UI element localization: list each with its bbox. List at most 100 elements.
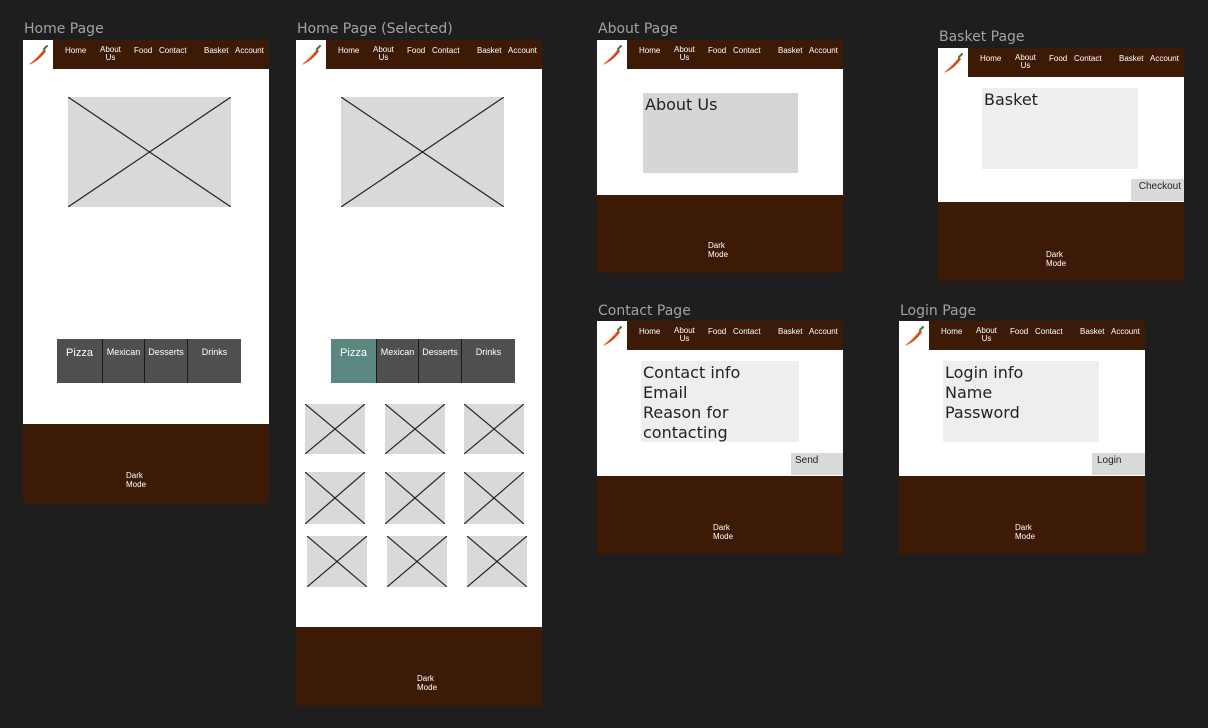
dark-mode-line2: Mode bbox=[708, 250, 729, 259]
contact-page-frame: Home About Us Food Contact Basket Account Cont… bbox=[597, 321, 843, 554]
dark-mode-toggle[interactable]: Dark Mode bbox=[713, 523, 753, 541]
nav-basket[interactable]: Basket bbox=[1080, 328, 1104, 336]
image-placeholder-icon bbox=[305, 472, 365, 524]
dark-mode-line1: Dark bbox=[1015, 523, 1032, 532]
nav-food[interactable]: Food bbox=[708, 328, 726, 336]
reason-field-label[interactable]: Reason for bbox=[643, 403, 799, 423]
basket-page-frame: Home About Us Food Contact Basket Account Bask… bbox=[938, 48, 1184, 281]
chili-pepper-icon bbox=[905, 326, 924, 346]
dark-mode-toggle[interactable]: Dark Mode bbox=[708, 241, 748, 259]
nav-contact[interactable]: Contact bbox=[1074, 55, 1102, 63]
category-pizza-button[interactable]: Pizza bbox=[331, 339, 377, 383]
nav-contact[interactable]: Contact bbox=[432, 47, 460, 55]
category-desserts-button[interactable]: Desserts bbox=[419, 339, 462, 383]
nav-account[interactable]: Account bbox=[1150, 55, 1179, 63]
chili-pepper-icon bbox=[944, 53, 963, 73]
footer: Dark Mode bbox=[899, 476, 1145, 554]
nav-about-line2: Us bbox=[378, 53, 389, 62]
reason-field-label-cont[interactable]: contacting bbox=[643, 423, 799, 443]
hero-image bbox=[341, 97, 504, 207]
nav-about-us[interactable]: About Us bbox=[373, 46, 394, 62]
nav-basket[interactable]: Basket bbox=[477, 47, 501, 55]
nav-account[interactable]: Account bbox=[809, 328, 838, 336]
frame-label-about: About Page bbox=[598, 21, 678, 37]
image-placeholder-icon bbox=[387, 536, 447, 587]
category-desserts-button[interactable]: Desserts bbox=[145, 339, 188, 383]
navbar: Home About Us Food Contact Basket Account bbox=[296, 40, 542, 70]
food-item-image[interactable] bbox=[464, 404, 524, 454]
nav-food[interactable]: Food bbox=[134, 47, 152, 55]
food-item-image[interactable] bbox=[305, 472, 365, 524]
logo[interactable] bbox=[296, 40, 326, 70]
checkout-button[interactable]: Checkout bbox=[1131, 179, 1184, 201]
logo[interactable] bbox=[597, 321, 627, 351]
dark-mode-toggle[interactable]: Dark Mode bbox=[1046, 250, 1086, 268]
footer: Dark Mode bbox=[296, 627, 542, 706]
category-mexican-button[interactable]: Mexican bbox=[103, 339, 145, 383]
nav-about-us[interactable]: About Us bbox=[674, 327, 695, 343]
nav-about-us[interactable]: About Us bbox=[976, 327, 997, 343]
nav-home[interactable]: Home bbox=[941, 328, 962, 336]
logo[interactable] bbox=[938, 48, 968, 78]
login-button[interactable]: Login bbox=[1092, 453, 1145, 475]
nav-home[interactable]: Home bbox=[65, 47, 86, 55]
category-drinks-button[interactable]: Drinks bbox=[462, 339, 515, 383]
nav-account[interactable]: Account bbox=[1111, 328, 1140, 336]
nav-about-us[interactable]: About Us bbox=[1015, 54, 1036, 70]
category-pizza-button[interactable]: Pizza bbox=[57, 339, 103, 383]
frame-label-contact: Contact Page bbox=[598, 303, 691, 319]
home-page-frame: Home About Us Food Contact Basket Account Pizz… bbox=[23, 40, 269, 503]
nav-contact[interactable]: Contact bbox=[159, 47, 187, 55]
nav-home[interactable]: Home bbox=[639, 47, 660, 55]
category-mexican-button[interactable]: Mexican bbox=[377, 339, 419, 383]
nav-account[interactable]: Account bbox=[235, 47, 264, 55]
name-field-label[interactable]: Name bbox=[945, 383, 1099, 403]
food-item-image[interactable] bbox=[387, 536, 447, 587]
dark-mode-toggle[interactable]: Dark Mode bbox=[126, 471, 166, 489]
nav-food[interactable]: Food bbox=[407, 47, 425, 55]
nav-basket[interactable]: Basket bbox=[778, 328, 802, 336]
nav-food[interactable]: Food bbox=[1049, 55, 1067, 63]
nav-home[interactable]: Home bbox=[639, 328, 660, 336]
image-placeholder-icon bbox=[467, 536, 527, 587]
dark-mode-toggle[interactable]: Dark Mode bbox=[417, 674, 457, 692]
nav-about-us[interactable]: About Us bbox=[100, 46, 121, 62]
dark-mode-line2: Mode bbox=[713, 532, 734, 541]
image-placeholder-icon bbox=[341, 97, 504, 207]
logo[interactable] bbox=[899, 321, 929, 351]
nav-food[interactable]: Food bbox=[1010, 328, 1028, 336]
nav-basket[interactable]: Basket bbox=[778, 47, 802, 55]
send-button[interactable]: Send bbox=[791, 453, 843, 475]
food-item-image[interactable] bbox=[385, 472, 445, 524]
dark-mode-line2: Mode bbox=[1046, 259, 1067, 268]
nav-account[interactable]: Account bbox=[508, 47, 537, 55]
nav-account[interactable]: Account bbox=[809, 47, 838, 55]
nav-about-us[interactable]: About Us bbox=[674, 46, 695, 62]
nav-basket[interactable]: Basket bbox=[1119, 55, 1143, 63]
food-item-image[interactable] bbox=[305, 404, 365, 454]
food-item-image[interactable] bbox=[307, 536, 367, 587]
food-item-image[interactable] bbox=[467, 536, 527, 587]
dark-mode-line1: Dark bbox=[708, 241, 725, 250]
nav-food[interactable]: Food bbox=[708, 47, 726, 55]
nav-home[interactable]: Home bbox=[338, 47, 359, 55]
category-drinks-button[interactable]: Drinks bbox=[188, 339, 241, 383]
nav-basket[interactable]: Basket bbox=[204, 47, 228, 55]
frame-label-basket: Basket Page bbox=[939, 29, 1025, 45]
nav-about-line2: Us bbox=[1020, 61, 1031, 70]
nav-contact[interactable]: Contact bbox=[1035, 328, 1063, 336]
logo[interactable] bbox=[597, 40, 627, 70]
navbar: Home About Us Food Contact Basket Account bbox=[899, 321, 1145, 351]
email-field-label[interactable]: Email bbox=[643, 383, 799, 403]
footer: Dark Mode bbox=[597, 476, 843, 554]
nav-about-line2: Us bbox=[679, 53, 690, 62]
nav-home[interactable]: Home bbox=[980, 55, 1001, 63]
nav-contact[interactable]: Contact bbox=[733, 328, 761, 336]
food-item-image[interactable] bbox=[464, 472, 524, 524]
logo[interactable] bbox=[23, 40, 53, 70]
password-field-label[interactable]: Password bbox=[945, 403, 1099, 423]
nav-contact[interactable]: Contact bbox=[733, 47, 761, 55]
dark-mode-toggle[interactable]: Dark Mode bbox=[1015, 523, 1055, 541]
food-item-image[interactable] bbox=[385, 404, 445, 454]
chili-pepper-icon bbox=[603, 45, 622, 65]
